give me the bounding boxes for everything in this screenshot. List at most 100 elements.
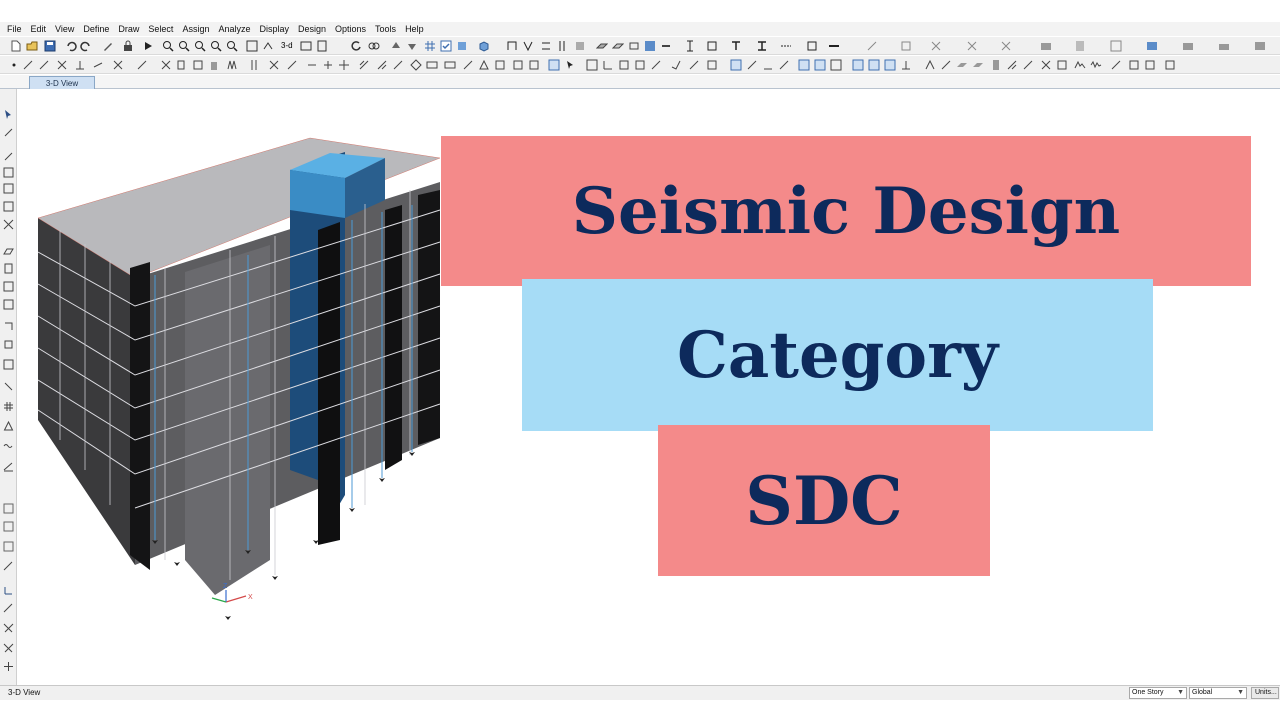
draw-wall-icon[interactable] [3, 263, 14, 274]
time-history-icon[interactable] [1090, 59, 1102, 71]
model-view-canvas[interactable]: X Z Seismic Design Category SDC [18, 90, 1280, 684]
node-icon[interactable] [1040, 59, 1052, 71]
slab-strip-icon[interactable] [956, 59, 968, 71]
auto-mesh-icon[interactable] [392, 59, 404, 71]
menu-edit[interactable]: Edit [28, 24, 53, 34]
move-icon[interactable] [338, 59, 350, 71]
clear-selection-icon[interactable] [444, 59, 456, 71]
draw-frame-icon[interactable] [506, 40, 518, 52]
delete-icon[interactable] [208, 59, 220, 71]
draw-brace-icon[interactable] [3, 359, 14, 370]
zoom-previous-icon[interactable] [210, 40, 222, 52]
menu-design[interactable]: Design [295, 24, 332, 34]
draw-slab-icon[interactable] [596, 40, 608, 52]
snap-mid-icon[interactable] [3, 661, 14, 672]
stress-diagram-icon[interactable] [884, 59, 896, 71]
coordinate-system-selector[interactable]: Global ▼ [1189, 687, 1247, 699]
pencil-icon[interactable] [102, 40, 114, 52]
draw-column-icon[interactable] [556, 40, 568, 52]
snap-point-icon[interactable] [8, 59, 20, 71]
design-overwrite-icon[interactable] [1144, 59, 1156, 71]
draw-opening-icon[interactable] [628, 40, 640, 52]
snap-extension-icon[interactable] [3, 623, 14, 634]
import-icon[interactable] [1182, 40, 1194, 52]
show-local-axes-icon[interactable] [706, 59, 718, 71]
merge-icon[interactable] [322, 59, 334, 71]
snap-perpendicular-icon[interactable] [3, 603, 14, 614]
units-button[interactable]: Units... [1251, 687, 1279, 699]
view-a-icon[interactable] [798, 59, 810, 71]
design-steel-icon[interactable] [866, 40, 878, 52]
show-sections-icon[interactable] [634, 59, 646, 71]
show-piers-icon[interactable] [746, 59, 758, 71]
select-level-icon[interactable] [3, 541, 14, 552]
zoom-in-icon[interactable] [162, 40, 174, 52]
draw-beam-icon[interactable] [540, 40, 552, 52]
draw-link-icon[interactable] [660, 40, 672, 52]
select-intersect-icon[interactable] [3, 561, 14, 572]
show-labels-icon[interactable] [618, 59, 630, 71]
mesh-icon[interactable] [358, 59, 370, 71]
story-selector[interactable]: One Story ▼ [1129, 687, 1187, 699]
cut-icon[interactable] [160, 59, 172, 71]
extend-icon[interactable] [286, 59, 298, 71]
menu-select[interactable]: Select [145, 24, 179, 34]
menu-define[interactable]: Define [80, 24, 115, 34]
invert-selection-icon[interactable] [478, 59, 490, 71]
select-all-icon[interactable] [3, 503, 14, 514]
hide-selection-icon[interactable] [528, 59, 540, 71]
design-check-icon[interactable] [1128, 59, 1140, 71]
draw-brace-icon[interactable] [522, 40, 534, 52]
assign-load-icon[interactable] [780, 40, 792, 52]
draw-column-icon[interactable] [3, 339, 14, 350]
menu-analyze[interactable]: Analyze [215, 24, 256, 34]
assign-restraint-icon[interactable] [828, 40, 840, 52]
show-restraints-icon[interactable] [688, 59, 700, 71]
snap-perpendicular-icon[interactable] [74, 59, 86, 71]
zoom-window-icon[interactable] [194, 40, 206, 52]
pushover-icon[interactable] [1110, 59, 1122, 71]
select-pointer-alt-icon[interactable] [564, 59, 576, 71]
draw-region-icon[interactable] [3, 201, 14, 212]
draw-rectangle-icon[interactable] [3, 183, 14, 194]
refresh-view-icon[interactable] [350, 40, 362, 52]
tab-3d-view[interactable]: 3-D View [29, 76, 95, 89]
show-diaphragm-icon[interactable] [730, 59, 742, 71]
snap-end-icon[interactable] [22, 59, 34, 71]
draw-dimension-icon[interactable] [3, 461, 14, 472]
show-loads-icon[interactable] [650, 59, 662, 71]
design-concrete-icon[interactable] [900, 40, 912, 52]
rotate-icon[interactable] [262, 40, 274, 52]
paste-icon[interactable] [192, 59, 204, 71]
pan-icon[interactable] [246, 40, 258, 52]
draw-wall-icon[interactable] [574, 40, 586, 52]
assign-frame-icon[interactable] [730, 40, 742, 52]
show-spandrels-icon[interactable] [762, 59, 774, 71]
elevation-view-icon[interactable] [316, 40, 328, 52]
reactions-icon[interactable] [900, 59, 912, 71]
show-tendons-icon[interactable] [778, 59, 790, 71]
mesh-fine-icon[interactable] [376, 59, 388, 71]
extrude-view-icon[interactable] [478, 40, 490, 52]
draw-line-icon[interactable] [3, 151, 14, 162]
tendon-icon[interactable] [972, 59, 984, 71]
move-down-icon[interactable] [406, 40, 418, 52]
force-diagram-icon[interactable] [868, 59, 880, 71]
menu-display[interactable]: Display [256, 24, 295, 34]
save-icon[interactable] [44, 40, 56, 52]
lock-selection-icon[interactable] [494, 59, 506, 71]
snap-grid-icon[interactable] [3, 643, 14, 654]
move-up-icon[interactable] [390, 40, 402, 52]
wall-stack-icon[interactable] [990, 59, 1002, 71]
display-options-icon[interactable] [368, 40, 380, 52]
draw-cross-icon[interactable] [3, 219, 14, 230]
show-axes-icon[interactable] [602, 59, 614, 71]
zoom-out-icon[interactable] [178, 40, 190, 52]
assign-diaphragm-icon[interactable] [806, 40, 818, 52]
select-pointer-icon[interactable] [3, 109, 14, 120]
select-intersect-icon[interactable] [462, 59, 474, 71]
select-all-icon[interactable] [410, 59, 422, 71]
run-analysis-icon[interactable] [142, 40, 154, 52]
check-icon[interactable] [440, 40, 452, 52]
assign-section-icon[interactable] [706, 40, 718, 52]
